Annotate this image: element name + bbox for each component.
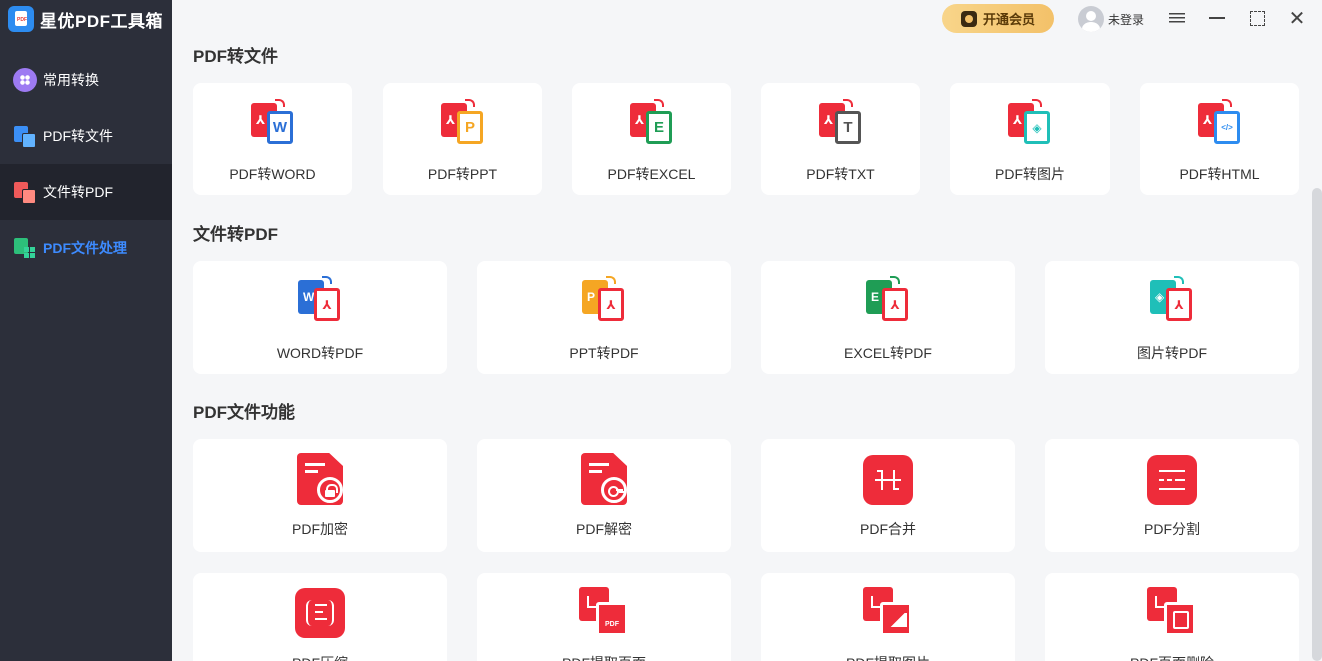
card-pdf-to-html[interactable]: ⅄ </> PDF转HTML (1140, 83, 1299, 195)
card-label: PDF分割 (1045, 519, 1299, 539)
sidebar-item-file-to-pdf[interactable]: 文件转PDF (0, 164, 172, 220)
app-title: 星优PDF工具箱 (40, 7, 163, 32)
section-title-pdf-to-file: PDF转文件 (193, 42, 278, 67)
pdf-merge-icon (863, 455, 913, 505)
card-image-to-pdf[interactable]: ◈ ⅄ 图片转PDF (1045, 261, 1299, 374)
sidebar-item-label: 文件转PDF (43, 182, 113, 202)
sidebar-nav: 常用转换 PDF转文件 文件转PDF PDF文件处理 (0, 52, 172, 276)
card-pdf-decrypt[interactable]: PDF解密 (477, 439, 731, 552)
image-to-pdf-icon: ◈ ⅄ (1150, 278, 1194, 322)
app-logo-text: PDF (17, 17, 27, 23)
maximize-icon[interactable] (1247, 8, 1267, 28)
card-pdf-split[interactable]: PDF分割 (1045, 439, 1299, 552)
pdf-process-icon (13, 236, 37, 260)
card-pdf-extract-images[interactable]: PDF提取图片 (761, 573, 1015, 661)
card-pdf-to-ppt[interactable]: ⅄ P PDF转PPT (383, 83, 542, 195)
card-label: PDF提取图片 (761, 653, 1015, 661)
card-excel-to-pdf[interactable]: E ⅄ EXCEL转PDF (761, 261, 1015, 374)
app-brand: PDF 星优PDF工具箱 (8, 6, 163, 32)
card-label: PDF转WORD (193, 164, 352, 184)
card-pdf-to-word[interactable]: ⅄ W PDF转WORD (193, 83, 352, 195)
card-label: PDF解密 (477, 519, 731, 539)
vip-button-label: 开通会员 (983, 9, 1035, 28)
pdf-to-html-icon: ⅄ </> (1198, 101, 1242, 145)
card-label: WORD转PDF (193, 343, 447, 363)
card-pdf-to-excel[interactable]: ⅄ E PDF转EXCEL (572, 83, 731, 195)
avatar[interactable] (1078, 6, 1104, 32)
pdf-split-icon (1147, 455, 1197, 505)
card-label: PDF加密 (193, 519, 447, 539)
vip-button[interactable]: 开通会员 (942, 4, 1054, 33)
pdf-encrypt-icon (297, 453, 347, 507)
excel-to-pdf-icon: E ⅄ (866, 278, 910, 322)
card-pdf-merge[interactable]: PDF合并 (761, 439, 1015, 552)
pdf-extract-pages-icon: PDF (579, 587, 631, 639)
pdf-to-word-icon: ⅄ W (251, 101, 295, 145)
section-title-pdf-functions: PDF文件功能 (193, 398, 295, 423)
pdf-extract-images-icon (863, 587, 915, 639)
sidebar: PDF 星优PDF工具箱 常用转换 PDF转文件 文件转PDF PDF文件处理 (0, 0, 172, 661)
crown-icon (961, 11, 977, 27)
card-label: PDF提取页面 (477, 653, 731, 661)
pdf-delete-pages-icon (1147, 587, 1199, 639)
user-login[interactable]: 未登录 (1078, 6, 1144, 32)
close-icon[interactable]: ✕ (1287, 8, 1307, 28)
card-pdf-delete-pages[interactable]: PDF页面删除 (1045, 573, 1299, 661)
user-status: 未登录 (1108, 11, 1144, 28)
card-ppt-to-pdf[interactable]: P ⅄ PPT转PDF (477, 261, 731, 374)
card-pdf-compress[interactable]: PDF压缩 (193, 573, 447, 661)
sidebar-item-common[interactable]: 常用转换 (0, 52, 172, 108)
card-label: EXCEL转PDF (761, 343, 1015, 363)
card-label: PDF合并 (761, 519, 1015, 539)
scrollbar[interactable] (1312, 188, 1322, 661)
pdf-to-ppt-icon: ⅄ P (441, 101, 485, 145)
card-label: 图片转PDF (1045, 343, 1299, 363)
sidebar-item-pdf-to-file[interactable]: PDF转文件 (0, 108, 172, 164)
settings-icon[interactable] (1167, 8, 1187, 28)
card-label: PDF转图片 (950, 164, 1110, 184)
card-label: PPT转PDF (477, 343, 731, 363)
sidebar-item-label: PDF转文件 (43, 126, 113, 146)
card-pdf-encrypt[interactable]: PDF加密 (193, 439, 447, 552)
app-logo-icon: PDF (8, 6, 34, 32)
apps-icon (13, 68, 37, 92)
card-pdf-extract-pages[interactable]: PDF PDF提取页面 (477, 573, 731, 661)
pdf-decrypt-icon (581, 453, 631, 507)
card-label: PDF转PPT (383, 164, 542, 184)
card-label: PDF页面删除 (1045, 653, 1299, 661)
file-to-pdf-icon (13, 180, 37, 204)
card-label: PDF压缩 (193, 653, 447, 661)
pdf-to-file-icon (13, 124, 37, 148)
main-content: PDF转文件 ⅄ W PDF转WORD ⅄ P PDF转PPT ⅄ E PDF转… (172, 38, 1312, 661)
card-pdf-to-image[interactable]: ⅄ ◈ PDF转图片 (950, 83, 1110, 195)
minimize-icon[interactable] (1207, 8, 1227, 28)
card-label: PDF转HTML (1140, 164, 1299, 184)
sidebar-item-label: PDF文件处理 (43, 238, 127, 258)
pdf-to-excel-icon: ⅄ E (630, 101, 674, 145)
ppt-to-pdf-icon: P ⅄ (582, 278, 626, 322)
pdf-to-image-icon: ⅄ ◈ (1008, 101, 1052, 145)
card-label: PDF转EXCEL (572, 164, 731, 184)
title-bar: 开通会员 未登录 ✕ (172, 0, 1322, 38)
section-title-file-to-pdf: 文件转PDF (193, 220, 278, 245)
sidebar-item-label: 常用转换 (43, 70, 99, 90)
pdf-compress-icon (295, 588, 345, 638)
card-word-to-pdf[interactable]: W ⅄ WORD转PDF (193, 261, 447, 374)
sidebar-item-pdf-process[interactable]: PDF文件处理 (0, 220, 172, 276)
word-to-pdf-icon: W ⅄ (298, 278, 342, 322)
card-label: PDF转TXT (761, 164, 920, 184)
pdf-to-txt-icon: ⅄ T (819, 101, 863, 145)
card-pdf-to-txt[interactable]: ⅄ T PDF转TXT (761, 83, 920, 195)
